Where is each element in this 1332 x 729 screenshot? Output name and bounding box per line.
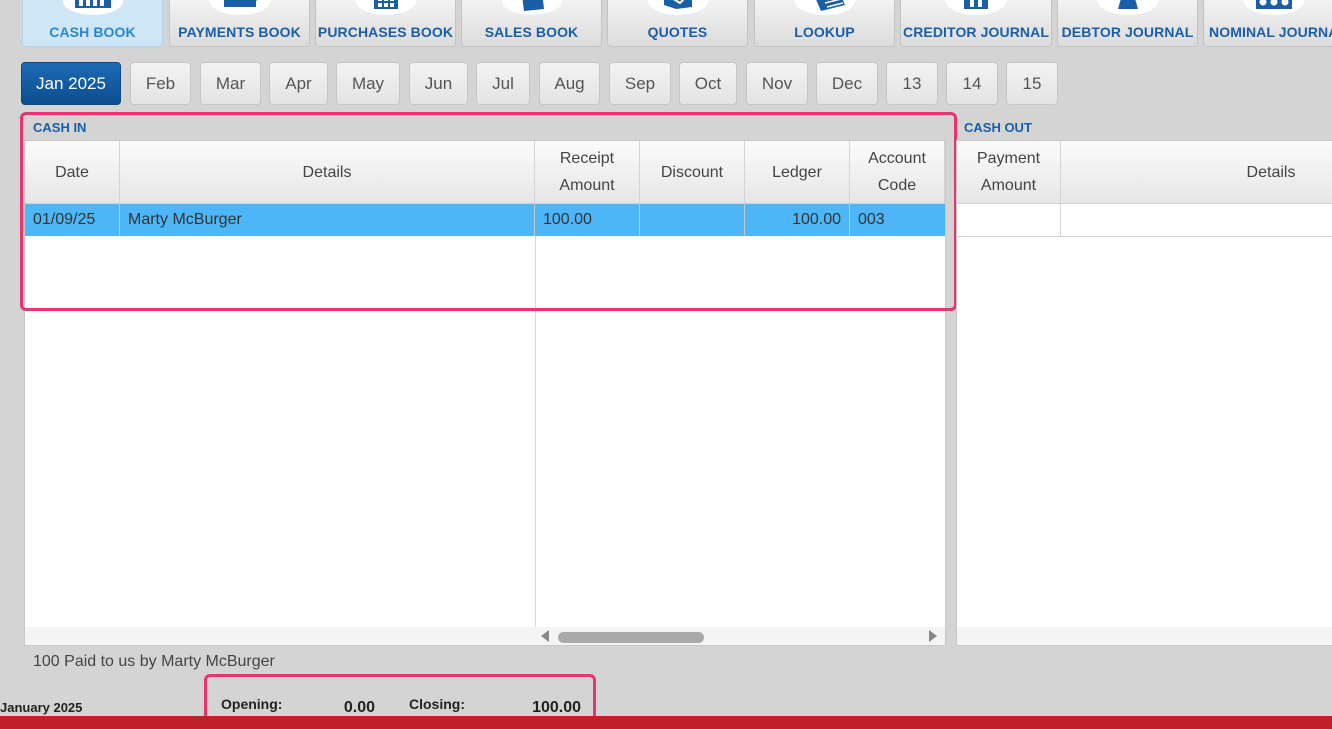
cash-out-details-header-label: Details [1246, 163, 1296, 181]
column-header-date[interactable]: Date [25, 141, 120, 203]
tab-jan-2025[interactable]: Jan 2025 [21, 62, 121, 105]
opening-balance: 0.00 [343, 699, 375, 716]
quotes-icon [647, 0, 708, 15]
row-payment-amount [957, 204, 1061, 236]
nominal-journal-label: NOMINAL JOURNAL [1209, 24, 1332, 40]
column-header-ledger[interactable]: Ledger [745, 141, 850, 203]
details-header-label: Details [302, 163, 352, 181]
cash-out-grid: Payment Amount Details [956, 140, 1332, 646]
nominal-journal-button[interactable]: NOMINAL JOURNAL [1203, 0, 1332, 47]
cash-in-grid: Date Details Receipt Amount Discount Led… [24, 140, 946, 646]
column-header-details[interactable]: Details [1061, 141, 1332, 203]
period-label: January 2025 [0, 700, 83, 715]
scroll-left-icon[interactable] [541, 630, 549, 642]
sales-book-label: SALES BOOK [484, 24, 579, 40]
purchases-book-button[interactable]: PURCHASES BOOK [315, 0, 456, 47]
row-date: 01/09/25 [25, 204, 120, 236]
closing-balance: 100.00 [532, 699, 581, 716]
payments-book-icon [209, 0, 270, 15]
tab-nov[interactable]: Nov [746, 62, 808, 105]
tab-sep[interactable]: Sep [609, 62, 671, 105]
tab-may[interactable]: May [336, 62, 400, 105]
footer-bar [0, 716, 1332, 729]
creditor-journal-icon [946, 0, 1006, 15]
lookup-icon [794, 0, 855, 15]
horizontal-scrollbar[interactable] [535, 627, 945, 645]
opening-label: Opening: [221, 696, 283, 712]
date-header-label: Date [55, 163, 89, 181]
tab-feb[interactable]: Feb [130, 62, 191, 105]
purchases-book-icon [355, 0, 416, 15]
tab-14[interactable]: 14 [946, 62, 998, 105]
column-header-account-code[interactable]: Account Code [850, 141, 945, 203]
cash-in-title: CASH IN [33, 120, 87, 135]
table-row[interactable] [957, 204, 1332, 237]
tab-apr[interactable]: Apr [269, 62, 328, 105]
closing-label: Closing: [409, 696, 465, 712]
payments-book-label: PAYMENTS BOOK [178, 24, 301, 40]
column-header-discount[interactable]: Discount [640, 141, 745, 203]
column-header-details[interactable]: Details [120, 141, 535, 203]
cash-out-title: CASH OUT [964, 120, 1032, 135]
quotes-button[interactable]: QUOTES [607, 0, 748, 47]
module-toolbar: CASH BOOK PAYMENTS BOOK PURCHASES BOOK S… [0, 0, 1332, 48]
tab-mar[interactable]: Mar [200, 62, 261, 105]
tab-oct[interactable]: Oct [679, 62, 737, 105]
purchases-book-label: PURCHASES BOOK [317, 24, 454, 40]
column-header-receipt-amount[interactable]: Receipt Amount [535, 141, 640, 203]
ledger-header-label: Ledger [772, 163, 822, 181]
lookup-label: LOOKUP [794, 24, 855, 40]
receipt-amount-header-label: Receipt Amount [559, 150, 615, 194]
sales-book-icon [501, 0, 562, 15]
discount-header-label: Discount [660, 163, 724, 181]
cash-in-header: Date Details Receipt Amount Discount Led… [25, 141, 945, 204]
frozen-pane-scroll-gutter [25, 627, 535, 645]
payments-book-button[interactable]: PAYMENTS BOOK [169, 0, 310, 47]
tab-15[interactable]: 15 [1006, 62, 1058, 105]
tab-aug[interactable]: Aug [539, 62, 600, 105]
lookup-button[interactable]: LOOKUP [754, 0, 895, 47]
payment-amount-header-label: Payment Amount [976, 150, 1041, 194]
debtor-journal-button[interactable]: DEBTOR JOURNAL [1057, 0, 1198, 47]
row-account-code: 003 [858, 211, 885, 228]
debtor-journal-icon [1097, 0, 1158, 15]
cash-book-button[interactable]: CASH BOOK [22, 0, 163, 47]
column-header-payment-amount[interactable]: Payment Amount [957, 141, 1061, 203]
tab-dec[interactable]: Dec [816, 62, 878, 105]
cash-book-icon [62, 0, 123, 15]
cash-out-header: Payment Amount Details [957, 141, 1332, 204]
scroll-thumb[interactable] [558, 632, 704, 643]
creditor-journal-label: CREDITOR JOURNAL [902, 24, 1050, 40]
account-code-header-label: Account Code [868, 150, 926, 194]
row-ledger: 100.00 [745, 204, 850, 236]
nominal-journal-icon [1243, 0, 1304, 15]
creditor-journal-button[interactable]: CREDITOR JOURNAL [900, 0, 1052, 47]
row-receipt-amount: 100.00 [535, 204, 640, 236]
tab-13[interactable]: 13 [886, 62, 938, 105]
selected-entry-description: 100 Paid to us by Marty McBurger [33, 653, 275, 670]
cash-book-label: CASH BOOK [49, 24, 136, 40]
row-discount [640, 204, 745, 236]
pane-divider [535, 203, 536, 627]
quotes-label: QUOTES [647, 24, 708, 40]
cash-out-scroll-gutter [957, 627, 1332, 645]
sales-book-button[interactable]: SALES BOOK [461, 0, 602, 47]
row-details: Marty McBurger [120, 204, 535, 236]
row-details [1061, 204, 1332, 236]
tab-jul[interactable]: Jul [476, 62, 530, 105]
table-row[interactable]: 01/09/25 Marty McBurger 100.00 100.00 00… [25, 204, 945, 236]
tab-jun[interactable]: Jun [409, 62, 468, 105]
debtor-journal-label: DEBTOR JOURNAL [1061, 24, 1194, 40]
scroll-right-icon[interactable] [929, 630, 937, 642]
